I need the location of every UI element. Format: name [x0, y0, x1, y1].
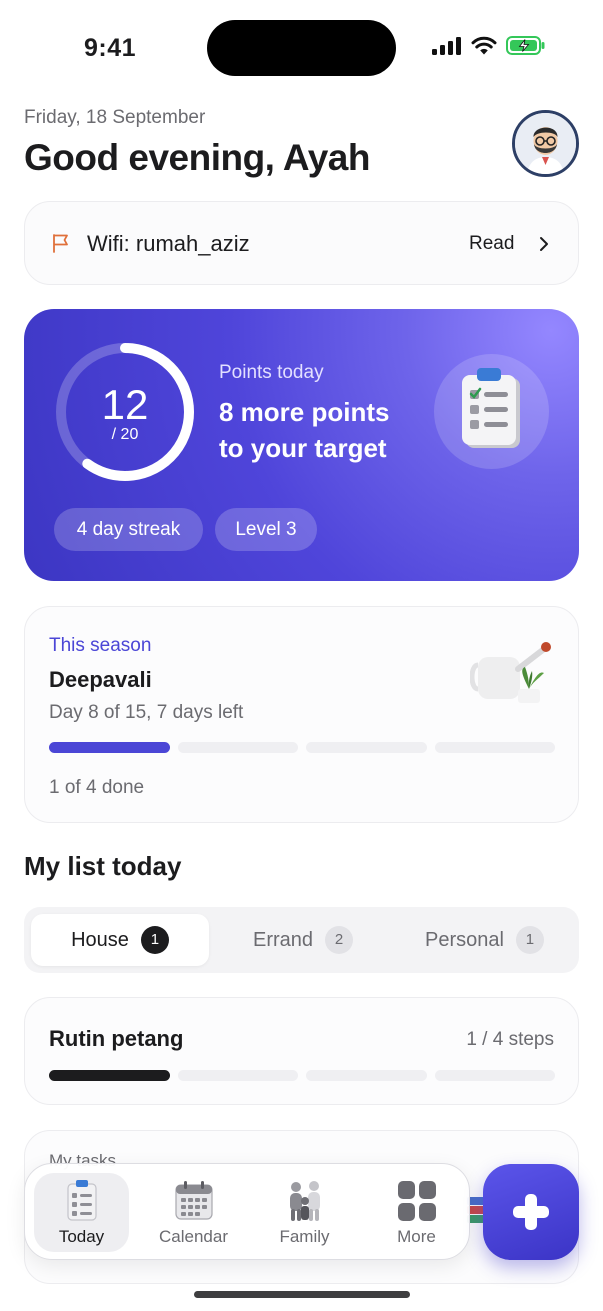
count-badge: 2 — [325, 926, 354, 954]
status-icons — [432, 36, 546, 55]
routine-progress-bar — [49, 1070, 555, 1081]
progress-segment — [306, 742, 427, 753]
progress-segment — [177, 1070, 298, 1081]
points-target: / 20 — [111, 426, 139, 443]
level-chip[interactable]: Level 3 — [215, 508, 317, 551]
page-title: Good evening, Ayah — [24, 137, 370, 178]
nav-item-more[interactable]: More — [369, 1173, 464, 1252]
flag-icon — [53, 234, 68, 253]
routine-title: Rutin petang — [49, 1026, 184, 1051]
points-label: Points today — [219, 362, 324, 383]
grid-icon — [398, 1181, 436, 1221]
progress-segment — [434, 742, 555, 753]
season-subtitle: Day 8 of 15, 7 days left — [49, 702, 244, 723]
battery-icon — [506, 36, 545, 55]
clipboard-icon — [462, 368, 520, 448]
calendar-icon — [175, 1181, 213, 1220]
dynamic-island — [207, 20, 396, 76]
tab-personal[interactable]: Personal 1 — [397, 914, 572, 966]
points-current: 12 — [101, 381, 149, 428]
tab-errand[interactable]: Errand 2 — [214, 914, 392, 966]
tab-house[interactable]: House 1 — [31, 914, 209, 966]
date-label: Friday, 18 September — [24, 107, 206, 128]
avatar[interactable] — [512, 110, 579, 177]
nav-item-calendar[interactable]: Calendar — [146, 1173, 241, 1252]
signal-icon — [432, 36, 461, 55]
season-card[interactable]: This season Deepavali Day 8 of 15, 7 day… — [24, 606, 579, 823]
plus-icon — [513, 1194, 549, 1230]
progress-segment — [177, 742, 298, 753]
status-bar: 9:41 — [0, 0, 603, 96]
watering-can-icon — [470, 642, 551, 703]
tab-label: House — [71, 928, 129, 951]
season-done-count: 1 of 4 done — [49, 777, 145, 798]
nav-item-family[interactable]: Family — [257, 1173, 352, 1252]
wifi-icon — [471, 36, 497, 55]
progress-segment — [306, 1070, 427, 1081]
list-tabs: House 1 Errand 2 Personal 1 — [24, 907, 579, 973]
points-message: 8 more points to your target — [219, 397, 390, 463]
nav-label: Calendar — [159, 1227, 228, 1246]
bottom-nav: Today Calendar Family More — [24, 1163, 470, 1260]
season-title: Deepavali — [49, 667, 152, 692]
status-time: 9:41 — [84, 34, 137, 62]
count-badge: 1 — [140, 926, 169, 954]
nav-label: More — [397, 1227, 436, 1246]
routine-card[interactable]: Rutin petang 1 / 4 steps — [24, 997, 579, 1105]
count-badge: 1 — [515, 926, 544, 954]
season-progress-bar — [49, 742, 555, 753]
family-icon — [290, 1181, 320, 1221]
home-indicator — [194, 1291, 410, 1298]
season-eyebrow: This season — [49, 635, 152, 656]
progress-segment-done — [49, 742, 170, 753]
read-button[interactable]: Read — [469, 233, 514, 255]
list-heading: My list today — [24, 851, 182, 881]
progress-segment-done — [49, 1070, 170, 1081]
chevron-right-icon — [540, 237, 548, 251]
nav-item-today[interactable]: Today — [34, 1173, 129, 1252]
streak-chip[interactable]: 4 day streak — [54, 508, 203, 551]
progress-segment — [434, 1070, 555, 1081]
wifi-note-card[interactable]: Wifi: rumah_aziz Read — [24, 201, 579, 285]
nav-label: Family — [279, 1227, 330, 1246]
clipboard-icon — [67, 1180, 97, 1221]
note-text: Wifi: rumah_aziz — [87, 231, 250, 256]
add-button[interactable] — [483, 1164, 579, 1260]
routine-steps: 1 / 4 steps — [466, 1029, 554, 1050]
nav-label: Today — [58, 1227, 105, 1246]
points-card[interactable]: 12 / 20 Points today 8 more points to yo… — [24, 309, 579, 581]
tab-label: Errand — [252, 928, 314, 951]
avatar-image — [515, 113, 576, 174]
clipboard-illustration — [434, 354, 549, 469]
tab-label: Personal — [425, 928, 504, 951]
